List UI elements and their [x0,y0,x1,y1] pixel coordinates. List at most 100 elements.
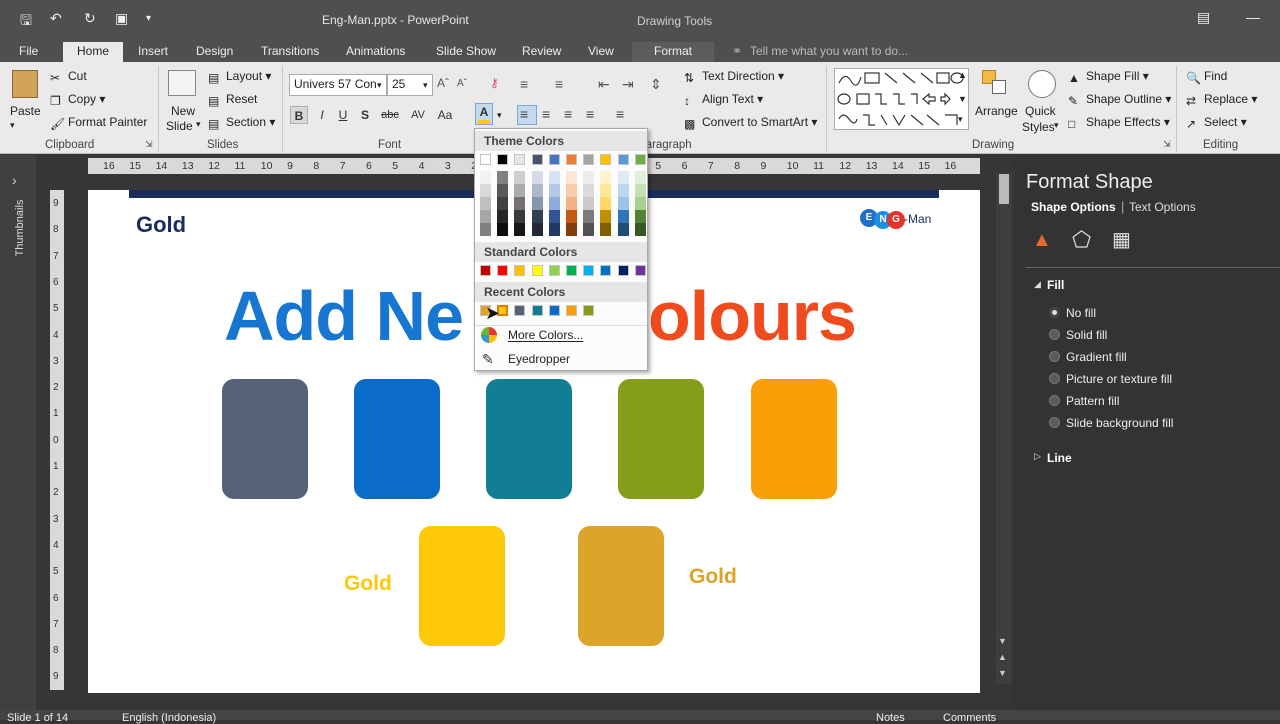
quick-styles-label[interactable]: Quick [1025,104,1056,118]
theme-shade-swatch[interactable] [514,171,526,184]
option-background-fill[interactable]: Slide background fill [1066,416,1173,430]
standard-color-swatch[interactable] [548,265,560,276]
previous-slide-icon[interactable]: ▲ [998,652,1007,662]
tab-review[interactable]: Review [522,42,561,62]
convert-smartart-button[interactable]: ▩ Convert to SmartArt ▾ [684,115,817,131]
theme-shade-swatch[interactable] [617,223,629,236]
language-indicator[interactable]: English (Indonesia) [122,712,216,724]
new-slide-label[interactable]: New [171,104,195,118]
fill-collapse-icon[interactable]: ◢ [1034,279,1041,290]
gallery-down-icon[interactable]: ▼ [958,94,967,104]
theme-shade-swatch[interactable] [583,171,595,184]
clear-formatting-icon[interactable]: ⚷ [490,76,499,90]
recent-color-swatch[interactable] [531,305,543,316]
theme-shade-swatch[interactable] [600,223,612,236]
paste-dropdown-icon[interactable]: ▾ [10,120,15,131]
drawing-launcher-icon[interactable]: ⇲ [1163,139,1171,150]
theme-color-swatch[interactable] [497,154,509,165]
ribbon-display-icon[interactable]: ▤ [1197,9,1210,26]
font-name-dropdown-icon[interactable]: ▾ [377,80,382,91]
shapes-gallery[interactable] [834,68,969,130]
text-options-tab[interactable]: Text Options [1129,200,1196,214]
theme-shade-swatch[interactable] [566,197,577,210]
theme-shade-swatch[interactable] [583,197,595,210]
strikethrough-button[interactable]: abc [378,106,402,124]
theme-shade-swatch[interactable] [617,171,629,184]
vertical-scrollbar[interactable] [996,174,1012,684]
slide-top-label[interactable]: Gold [136,212,186,238]
size-properties-icon[interactable]: ▦ [1112,227,1131,252]
theme-shade-swatch[interactable] [480,184,491,197]
italic-button[interactable]: I [313,106,331,124]
theme-shade-swatch[interactable] [531,210,543,223]
tab-transitions[interactable]: Transitions [261,42,319,62]
color-card-2[interactable] [354,379,440,499]
change-case-button[interactable]: Aa [434,106,456,124]
theme-shade-swatch[interactable] [480,210,491,223]
fill-line-icon[interactable]: ▲ [1032,229,1052,252]
tab-animations[interactable]: Animations [346,42,405,62]
quick-styles-label-2[interactable]: Styles [1022,120,1055,134]
color-card-4[interactable] [618,379,704,499]
theme-shade-swatch[interactable] [634,171,646,184]
tab-format[interactable]: Format [632,42,714,62]
theme-shade-swatch[interactable] [531,223,543,236]
decrease-indent-icon[interactable]: ⇤ [598,76,610,93]
quick-styles-dropdown-icon[interactable]: ▾ [1054,120,1059,131]
theme-color-swatch[interactable] [514,154,526,165]
shape-fill-button[interactable]: ▲ Shape Fill ▾ [1068,69,1149,85]
theme-shade-swatch[interactable] [497,223,509,236]
radio-background-fill[interactable] [1049,417,1060,428]
shrink-font-icon[interactable]: Aˇ [457,78,467,89]
theme-shade-swatch[interactable] [497,184,509,197]
theme-shade-swatch[interactable] [548,223,560,236]
redo-icon[interactable]: ↻ [84,10,96,27]
cut-button[interactable]: ✂ Cut [50,69,87,85]
option-picture-fill[interactable]: Picture or texture fill [1066,372,1172,386]
theme-shade-swatch[interactable] [634,223,646,236]
next-slide-icon[interactable]: ▼ [998,668,1007,678]
option-solid-fill[interactable]: Solid fill [1066,328,1107,342]
gallery-more-icon[interactable]: ▾ [958,114,963,125]
format-painter-button[interactable]: 🖌 Format Painter [50,115,147,131]
align-text-button[interactable]: ↕ Align Text ▾ [684,92,763,108]
theme-shade-swatch[interactable] [548,184,560,197]
theme-shade-swatch[interactable] [480,171,491,184]
line-section-header[interactable]: Line [1047,451,1072,465]
option-no-fill[interactable]: No fill [1066,306,1096,320]
theme-color-swatch[interactable] [600,154,612,165]
find-button[interactable]: 🔍 Find [1186,69,1227,85]
theme-color-swatch[interactable] [566,154,577,165]
layout-button[interactable]: ▤ Layout ▾ [208,69,271,85]
bold-button[interactable]: B [290,106,308,124]
standard-color-swatch[interactable] [617,265,629,276]
theme-shade-swatch[interactable] [531,171,543,184]
gold-label-right[interactable]: Gold [689,565,737,589]
shadow-button[interactable]: S [356,106,374,124]
theme-shade-swatch[interactable] [634,197,646,210]
standard-color-swatch[interactable] [497,265,509,276]
paste-icon[interactable] [12,70,38,98]
undo-icon[interactable]: ↶ [50,10,62,27]
standard-color-swatch[interactable] [514,265,526,276]
color-card-7[interactable] [578,526,664,646]
section-button[interactable]: ▤ Section ▾ [208,115,275,131]
tab-design[interactable]: Design [196,42,233,62]
theme-color-swatch[interactable] [548,154,560,165]
font-size-dropdown-icon[interactable]: ▾ [423,80,428,91]
shape-options-tab[interactable]: Shape Options [1031,200,1116,214]
line-spacing-icon[interactable]: ⇕ [650,76,662,93]
theme-shade-swatch[interactable] [497,171,509,184]
expand-thumbnails-icon[interactable]: › [12,172,17,188]
theme-shade-swatch[interactable] [531,184,543,197]
standard-color-swatch[interactable] [566,265,577,276]
option-pattern-fill[interactable]: Pattern fill [1066,394,1119,408]
theme-shade-swatch[interactable] [548,171,560,184]
new-slide-dropdown-icon[interactable]: ▾ [196,119,201,130]
theme-color-swatch[interactable] [531,154,543,165]
color-card-6[interactable] [419,526,505,646]
theme-shade-swatch[interactable] [583,223,595,236]
save-icon[interactable]: 🖫 [20,10,32,34]
option-gradient-fill[interactable]: Gradient fill [1066,350,1127,364]
theme-color-swatch[interactable] [583,154,595,165]
